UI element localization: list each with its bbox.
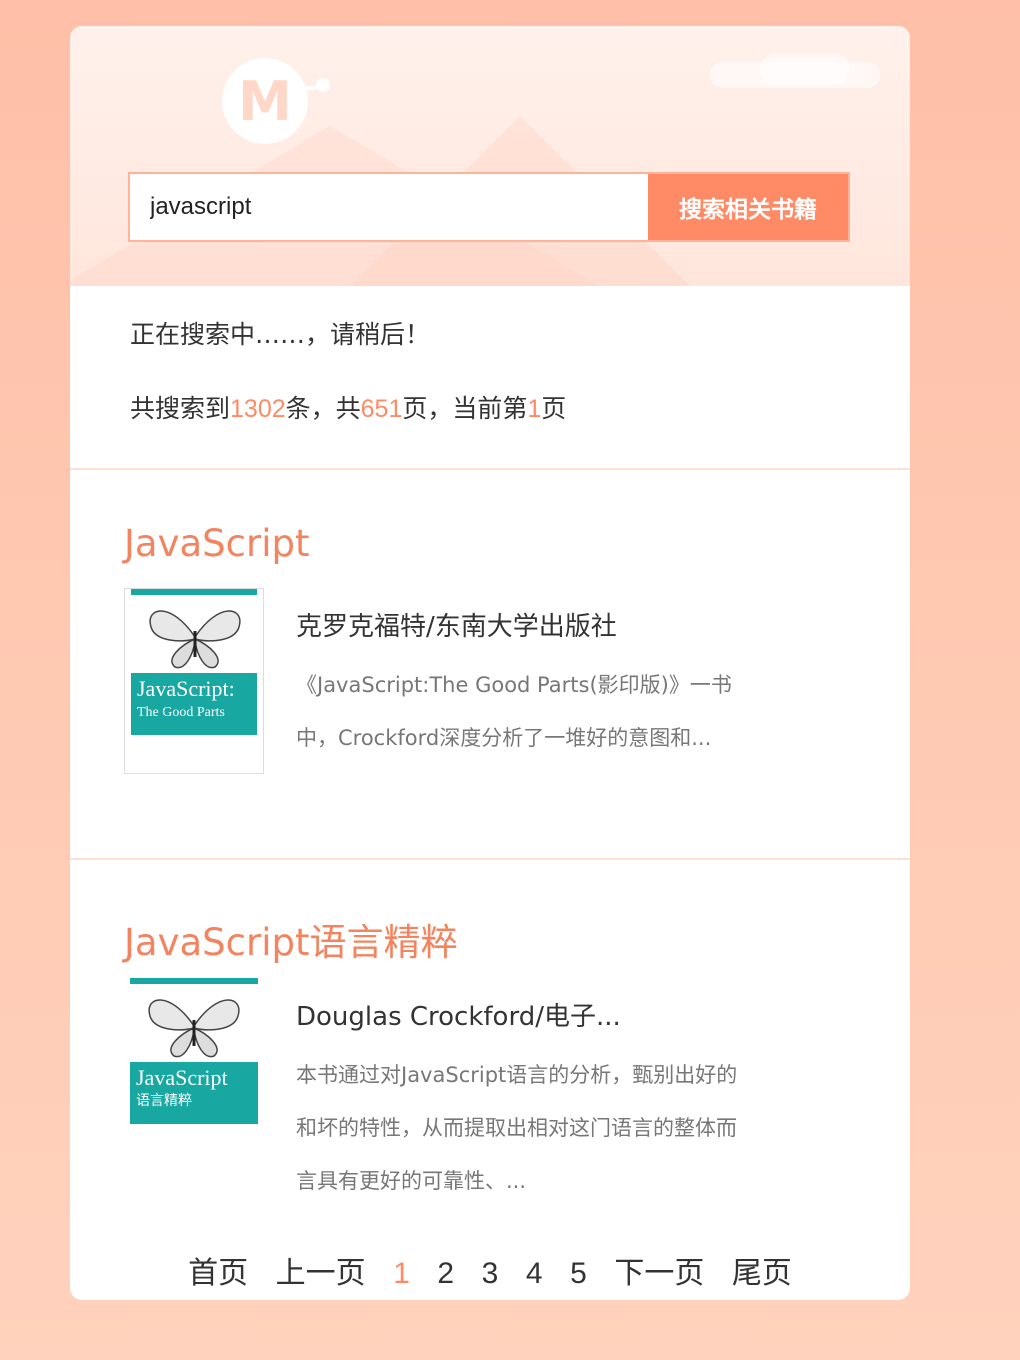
header-banner: M 搜索相关书籍 [70, 26, 910, 286]
page-link-3[interactable]: 3 [482, 1257, 499, 1290]
butterfly-icon [148, 999, 240, 1058]
book-cover-image[interactable]: JavaScript 语言精粹 [124, 978, 264, 1164]
first-page-link[interactable]: 首页 [188, 1256, 248, 1291]
result-summary: 共搜索到1302条，共651页，当前第1页 [130, 394, 567, 423]
book-meta: 克罗克福特/东南大学出版社 《JavaScript:The Good Parts… [296, 606, 746, 765]
page-link-5[interactable]: 5 [570, 1257, 587, 1290]
total-results: 1302 [230, 395, 286, 423]
book-item: JavaScript JavaScript: The Good Parts 克罗… [70, 470, 910, 860]
book-author: Douglas Crockford/电子... [296, 1002, 621, 1032]
butterfly-icon [149, 610, 241, 669]
book-item: JavaScript语言精粹 JavaScript 语言精粹 Douglas C… [70, 860, 910, 1240]
book-title-link[interactable]: JavaScript [124, 522, 309, 565]
search-card: M 搜索相关书籍 正在搜索中……，请稍后！ 共搜索到1302条，共651页，当前… [70, 26, 910, 1300]
page-link-2[interactable]: 2 [437, 1257, 454, 1290]
book-description: 本书通过对JavaScript语言的分析，甄别出好的和坏的特性，从而提取出相对这… [296, 1063, 738, 1193]
search-button[interactable]: 搜索相关书籍 [648, 174, 848, 240]
book-meta: Douglas Crockford/电子... 本书通过对JavaScript语… [296, 996, 746, 1208]
pagination: 首页 上一页 1 2 3 4 5 下一页 尾页 [70, 1248, 910, 1292]
prev-page-link[interactable]: 上一页 [276, 1256, 366, 1291]
total-pages: 651 [360, 395, 403, 423]
book-description: 《JavaScript:The Good Parts(影印版)》一书中，Croc… [296, 673, 732, 750]
search-bar: 搜索相关书籍 [128, 172, 850, 242]
page-link-4[interactable]: 4 [526, 1257, 543, 1290]
next-page-link[interactable]: 下一页 [614, 1256, 704, 1291]
current-page: 1 [527, 395, 542, 423]
book-cover-image[interactable]: JavaScript: The Good Parts [124, 588, 264, 774]
logo-icon: M [222, 58, 330, 144]
last-page-link[interactable]: 尾页 [732, 1256, 792, 1291]
search-input[interactable] [130, 174, 648, 240]
cloud-decoration [760, 54, 850, 84]
search-status: 正在搜索中……，请稍后！ 共搜索到1302条，共651页，当前第1页 [70, 286, 910, 470]
book-title-link[interactable]: JavaScript语言精粹 [124, 912, 457, 966]
loading-text: 正在搜索中……，请稍后！ [130, 320, 431, 349]
page-link-1[interactable]: 1 [393, 1257, 410, 1290]
book-author: 克罗克福特/东南大学出版社 [296, 612, 617, 642]
